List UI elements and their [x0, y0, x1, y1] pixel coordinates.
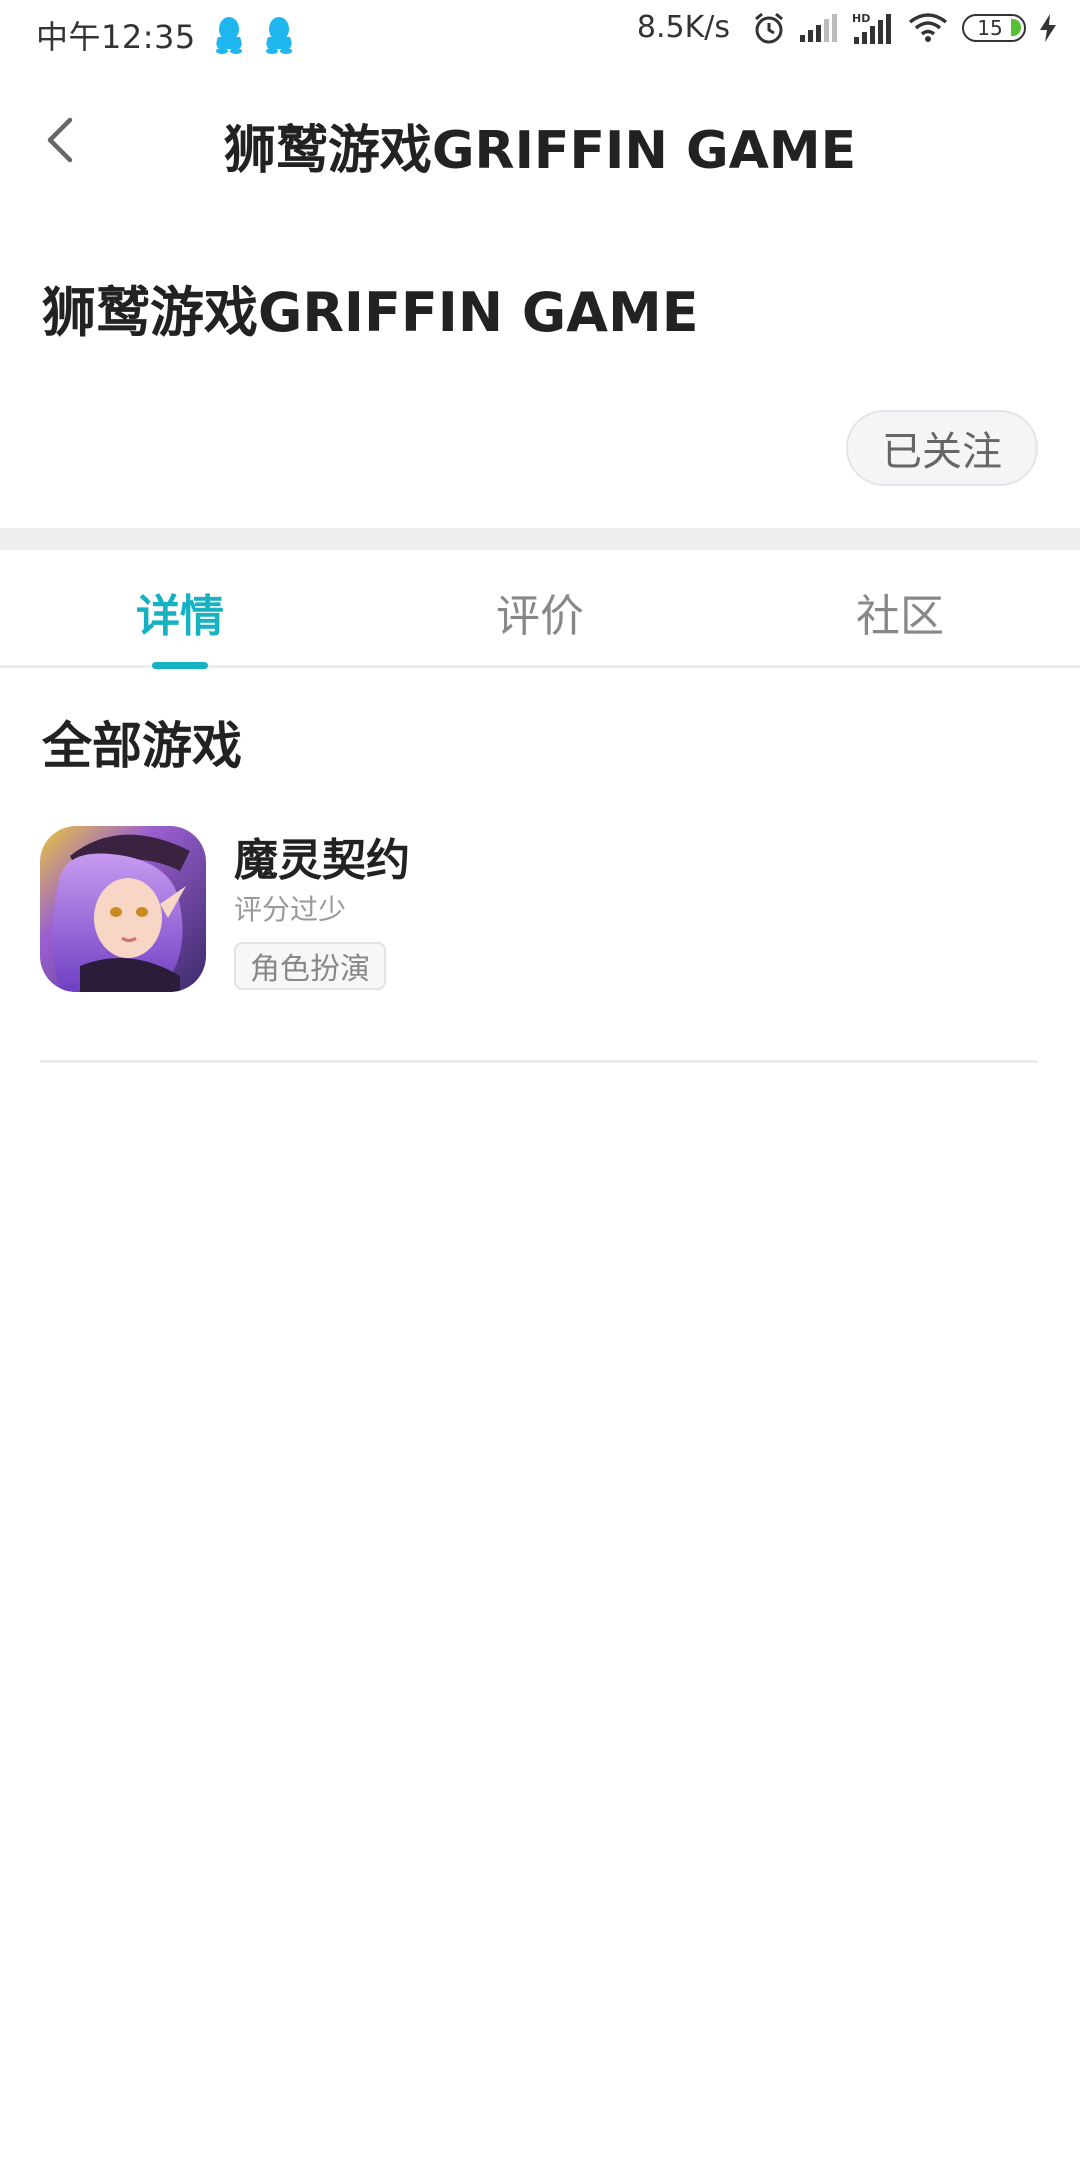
- tab-reviews[interactable]: 评价: [440, 580, 640, 644]
- qq-icon: [215, 17, 242, 54]
- charging-icon: [1040, 13, 1056, 42]
- tab-details[interactable]: 详情: [80, 580, 280, 644]
- list-divider: [40, 1060, 1038, 1063]
- status-bar: 中午12:35 8.5K/s HD 15: [0, 0, 1080, 66]
- active-tab-indicator: [152, 662, 208, 669]
- publisher-name: 狮鹫游戏GRIFFIN GAME: [42, 281, 699, 344]
- follow-button[interactable]: 已关注: [846, 410, 1038, 486]
- net-speed: 8.5K/s: [636, 10, 730, 45]
- signal-icon: [800, 13, 837, 42]
- section-separator: [0, 528, 1080, 550]
- tab-community[interactable]: 社区: [800, 580, 1000, 644]
- battery-text: 15: [977, 15, 1003, 40]
- status-time: 中午12:35: [36, 18, 196, 56]
- top-app-bar: 狮鹫游戏GRIFFIN GAME: [0, 66, 1080, 216]
- section-title-all-games: 全部游戏: [42, 717, 242, 775]
- battery-level: [1011, 18, 1021, 36]
- status-left: 中午12:35: [36, 12, 296, 58]
- signal-hd-icon: HD: [852, 12, 891, 44]
- game-list-item[interactable]: 魔灵契约 评分过少 角色扮演: [40, 824, 1038, 992]
- game-name: 魔灵契约: [234, 835, 410, 886]
- status-right: 8.5K/s HD 15: [637, 10, 1058, 45]
- page-title: 狮鹫游戏GRIFFIN GAME: [223, 121, 857, 181]
- qq-icon: [265, 17, 292, 54]
- alarm-icon: [755, 12, 783, 43]
- battery-icon: 15: [962, 13, 1026, 42]
- tab-bar: 详情 评价 社区: [0, 550, 1080, 669]
- network-label: HD: [852, 12, 870, 25]
- game-icon: [40, 826, 206, 992]
- game-rating: 评分过少: [234, 893, 347, 926]
- wifi-icon: [908, 12, 948, 42]
- game-genre-tag: 角色扮演: [234, 942, 386, 990]
